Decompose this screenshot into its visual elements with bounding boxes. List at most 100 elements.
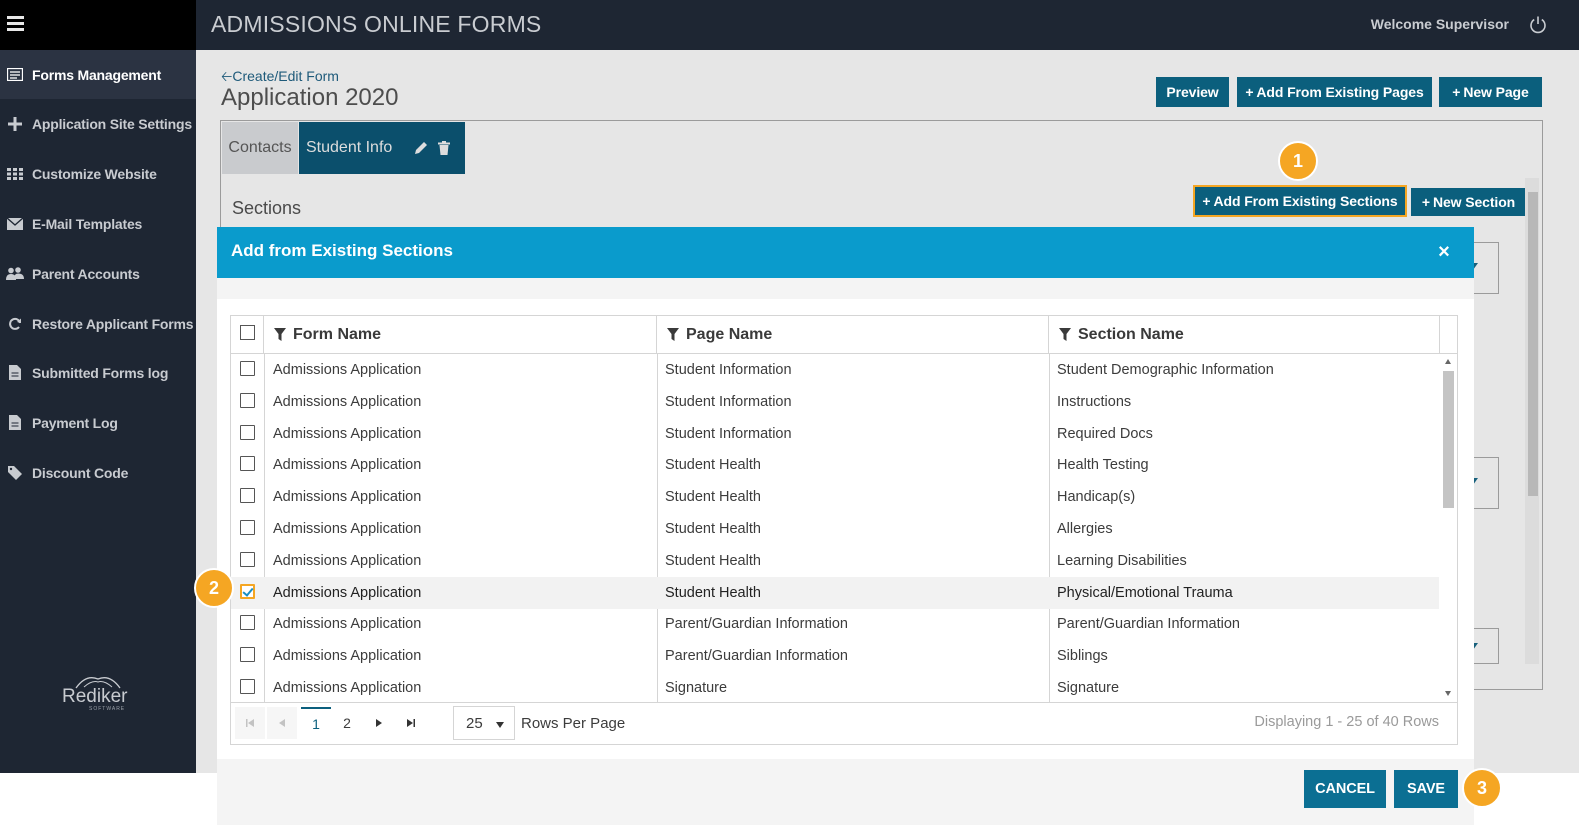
rows-per-page-select[interactable]: 25 [453,706,515,740]
row-checkbox[interactable] [240,679,255,694]
filter-icon[interactable] [274,328,286,341]
table-row[interactable]: Admissions Application Student Informatio… [231,354,1439,386]
page-scrollbar[interactable] [1525,178,1539,664]
add-from-existing-sections-button[interactable]: + Add From Existing Sections [1193,185,1407,217]
grid-scrollbar[interactable] [1440,354,1457,702]
page-1-button[interactable]: 1 [301,707,331,739]
users-icon [6,266,24,282]
pencil-icon[interactable] [414,141,428,155]
new-section-button[interactable]: + New Section [1411,188,1526,216]
column-label: Form Name [293,325,382,343]
callout-3: 3 [1462,768,1502,808]
sidebar-item-restore-applicant-forms[interactable]: Restore Applicant Forms [0,299,196,348]
column-header-page-name[interactable]: Page Name [657,316,1049,353]
row-checkbox[interactable] [240,551,255,567]
chevron-down-icon [496,722,504,728]
last-page-icon[interactable] [396,707,426,739]
cell-page: Student Health [665,521,761,537]
filter-icon[interactable] [667,328,679,341]
cell-section: Health Testing [1057,457,1149,474]
row-checkbox[interactable] [240,361,255,376]
page-2-button[interactable]: 2 [332,707,362,739]
cell-page: Student Health [665,552,761,569]
cell-section: Physical/Emotional Trauma [1057,584,1233,601]
modal-header: Add from Existing Sections × [217,227,1474,278]
sidebar-item-label: Forms Management [32,66,162,83]
table-row[interactable]: Admissions Application Parent/Guardian In… [231,640,1439,672]
previous-page-icon[interactable] [267,707,297,739]
table-row[interactable]: Admissions Application Student Health Alle… [231,513,1439,545]
grid-header: Form Name Page Name Section Name [231,316,1457,354]
cell-form: Admissions Application [273,552,422,569]
cell-section: Siblings [1057,648,1108,665]
plus-icon: + [1202,193,1211,209]
scroll-up-arrow-icon[interactable] [1445,359,1451,364]
cell-section: Handicap(s) [1057,489,1136,506]
row-checkbox[interactable] [240,392,255,408]
sections-grid: Form Name Page Name Section Name Admissi… [230,315,1458,745]
sidebar-item-payment-log[interactable]: Payment Log [0,398,196,447]
row-checkbox[interactable] [240,647,255,663]
plus-icon: + [1245,84,1254,100]
table-row[interactable]: Admissions Application Student Health Heal… [231,449,1439,481]
plus-icon: + [1421,194,1430,210]
table-row[interactable]: Admissions Application Parent/Guardian In… [231,608,1439,640]
first-page-icon[interactable] [235,707,265,739]
sections-heading: Sections [232,198,302,218]
column-header-form-name[interactable]: Form Name [264,316,657,353]
row-checkbox[interactable] [240,488,255,504]
refresh-icon [6,316,24,332]
tab-contacts[interactable]: Contacts [222,122,298,174]
tab-student-info[interactable]: Student Info [299,122,465,174]
cell-section: Instructions [1057,393,1132,410]
cell-form: Admissions Application [273,425,422,442]
scrollbar-thumb[interactable] [1528,192,1538,496]
table-row[interactable]: Admissions Application Student Health Phys… [231,576,1439,609]
grid-icon [6,166,24,182]
scrollbar-thumb[interactable] [1443,371,1454,508]
scroll-down-arrow-icon[interactable] [1445,691,1451,696]
row-checkbox[interactable] [240,520,255,535]
callout-2: 2 [194,568,234,608]
select-all-checkbox[interactable] [240,325,255,340]
trash-icon[interactable] [438,141,451,155]
row-checkbox[interactable] [240,615,255,631]
sidebar-item-discount-code[interactable]: Discount Code [0,448,196,497]
envelope-icon [6,216,24,232]
column-header-section-name[interactable]: Section Name [1049,316,1440,353]
next-page-icon[interactable] [364,707,394,739]
save-button[interactable]: SAVE [1394,770,1458,808]
power-icon[interactable] [1528,15,1548,35]
row-checkbox[interactable] [240,583,255,599]
sidebar-item-label: Restore Applicant Forms [32,315,194,332]
breadcrumb-link[interactable]: Create/Edit Form [232,68,339,84]
new-page-button[interactable]: + New Page [1439,77,1542,107]
table-row[interactable]: Admissions Application Student Health Hand… [231,481,1439,513]
sidebar-item-customize-website[interactable]: Customize Website [0,149,196,198]
sidebar-item-forms-management[interactable]: Forms Management [0,50,196,99]
rows-per-page-label: Rows Per Page [521,715,626,732]
button-label: Add From Existing Pages [1256,84,1424,100]
sidebar-item-label: Application Site Settings [32,115,192,132]
sidebar-item-application-site-settings[interactable]: Application Site Settings [0,99,196,148]
close-icon[interactable]: × [1434,240,1454,264]
add-from-existing-pages-button[interactable]: + Add From Existing Pages [1237,77,1432,107]
hamburger-menu-icon[interactable] [0,0,196,50]
row-checkbox[interactable] [240,424,255,440]
sidebar-item-parent-accounts[interactable]: Parent Accounts [0,249,196,298]
sidebar-item-email-templates[interactable]: E-Mail Templates [0,199,196,248]
sidebar-item-submitted-forms-log[interactable]: Submitted Forms log [0,348,196,397]
column-label: Page Name [686,325,773,343]
button-label: New Page [1463,84,1529,100]
plus-icon [6,116,24,132]
table-row[interactable]: Admissions Application Student Informatio… [231,418,1439,450]
cell-page: Parent/Guardian Information [665,648,848,665]
preview-button[interactable]: Preview [1156,77,1229,107]
document-icon [6,415,24,431]
table-row[interactable]: Admissions Application Student Informatio… [231,386,1439,418]
filter-icon[interactable] [1059,328,1071,341]
cancel-button[interactable]: CANCEL [1304,770,1386,808]
table-row[interactable]: Admissions Application Signature Signature [231,672,1439,702]
table-row[interactable]: Admissions Application Student Health Lear… [231,545,1439,577]
row-checkbox[interactable] [240,456,255,472]
